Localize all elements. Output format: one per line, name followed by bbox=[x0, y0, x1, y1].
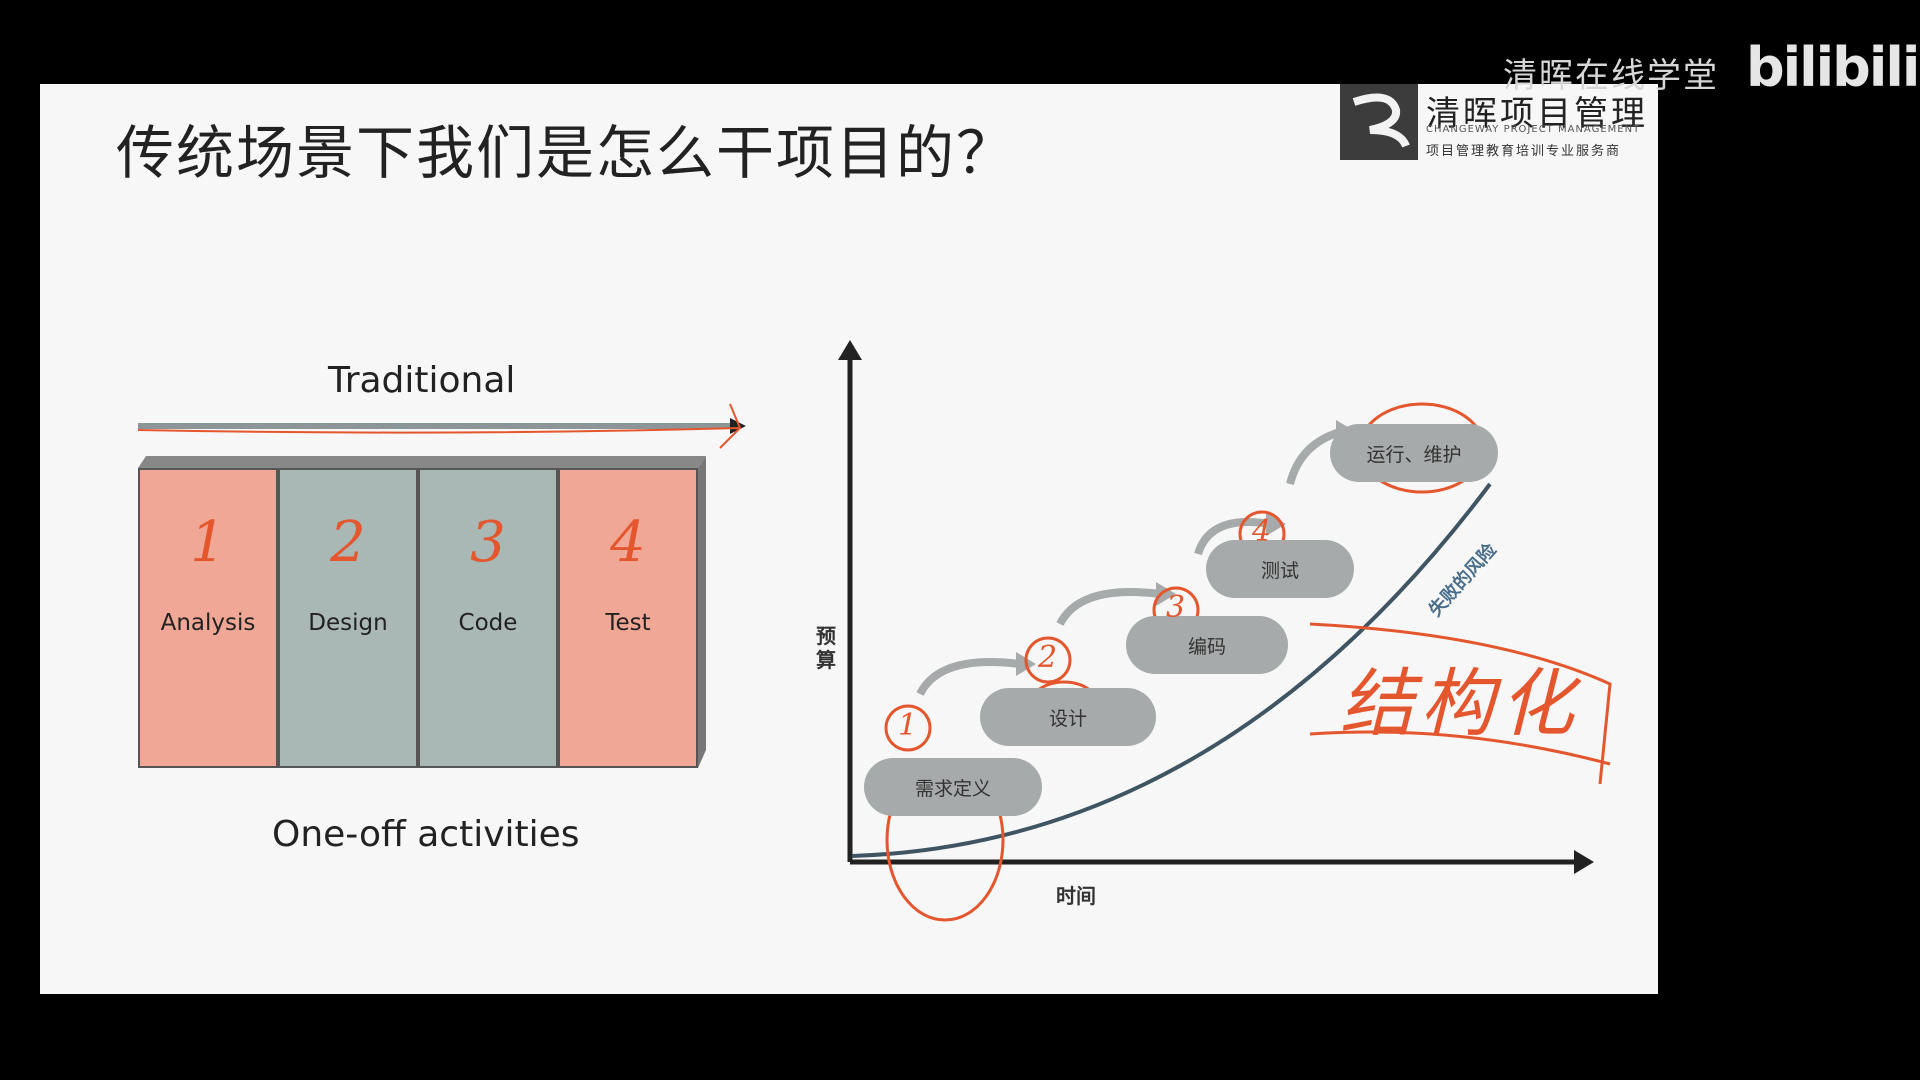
stage-label: 设计 bbox=[1048, 708, 1087, 730]
y-axis-label: 预算 bbox=[816, 624, 836, 672]
stage-testing: 测试 bbox=[1206, 540, 1354, 598]
stage-label: 编码 bbox=[1187, 636, 1226, 658]
stage-number-annotation: 1 bbox=[898, 708, 918, 743]
diagram-overlay bbox=[137, 340, 1612, 922]
stage-number-annotation: 3 bbox=[1166, 590, 1186, 625]
stage-label: 需求定义 bbox=[914, 778, 991, 800]
handwritten-note: 结构化 bbox=[1340, 661, 1580, 747]
stage-label: 运行、维护 bbox=[1366, 444, 1462, 466]
bilibili-logo: bilibili bbox=[1746, 36, 1920, 99]
slide: 传统场景下我们是怎么干项目的？ 清晖项目管理 CHANGEWAY PROJECT… bbox=[40, 84, 1658, 994]
stage-design: 设计 bbox=[980, 688, 1156, 746]
x-axis-label: 时间 bbox=[1056, 884, 1096, 908]
stage-operation: 运行、维护 bbox=[1330, 424, 1498, 482]
stage-label: 测试 bbox=[1260, 560, 1299, 582]
blocks-top-edge bbox=[138, 456, 706, 468]
stage-number-annotation: 4 bbox=[1252, 514, 1272, 549]
channel-watermark: 清晖在线学堂 bbox=[1503, 56, 1719, 96]
stage-requirements: 需求定义 bbox=[864, 758, 1042, 816]
stage-coding: 编码 bbox=[1126, 616, 1288, 674]
blocks-side-edge bbox=[698, 456, 706, 768]
traditional-arrow-head bbox=[730, 418, 746, 434]
stage-number-annotation: 2 bbox=[1038, 640, 1058, 675]
y-axis-arrow bbox=[838, 340, 862, 360]
x-axis-arrow bbox=[1574, 850, 1594, 874]
